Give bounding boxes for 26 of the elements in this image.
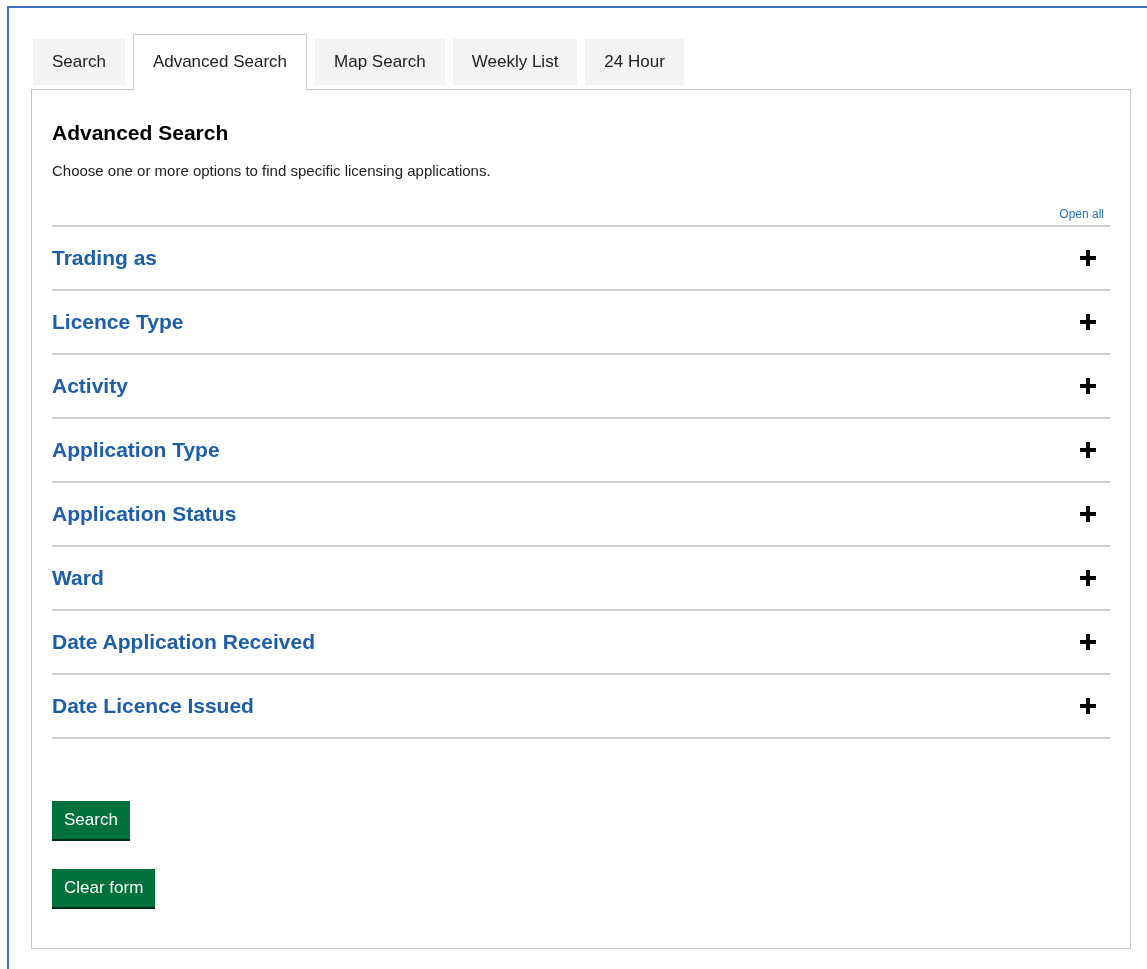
section-title: Activity [52,372,128,399]
accordion-header[interactable]: Activity [52,354,1110,419]
accordion-header[interactable]: Application Type [52,418,1110,483]
section-title: Ward [52,564,104,591]
panel-title: Advanced Search [52,122,230,143]
section-title: Date Licence Issued [52,692,254,719]
tab[interactable]: Advanced Search [132,34,308,90]
accordion-header[interactable]: Date Licence Issued [52,674,1110,739]
section-title: Application Type [52,436,220,463]
section-title: Application Status [52,500,237,527]
search-button[interactable]: Search [52,800,130,839]
accordion-header[interactable]: Application Status [52,482,1110,547]
accordion-header[interactable]: Ward [52,546,1110,611]
section-title: Date Application Received [52,628,315,655]
accordion-header[interactable]: Trading as [52,226,1110,291]
tab[interactable]: Search [33,39,125,85]
tab[interactable]: 24 Hour [585,39,684,85]
clear-form-button[interactable]: Clear form [52,868,156,907]
panel-description: Choose one or more options to find specific licensing applications. [52,161,492,181]
tab[interactable]: Map Search [315,39,445,85]
section-title: Trading as [52,244,158,271]
section-title: Licence Type [52,308,184,335]
accordion-header[interactable]: Licence Type [52,290,1110,355]
tab[interactable]: Weekly List [452,39,578,85]
open-all-link[interactable]: Open all [1059,204,1110,223]
accordion-header[interactable]: Date Application Received [52,610,1110,675]
